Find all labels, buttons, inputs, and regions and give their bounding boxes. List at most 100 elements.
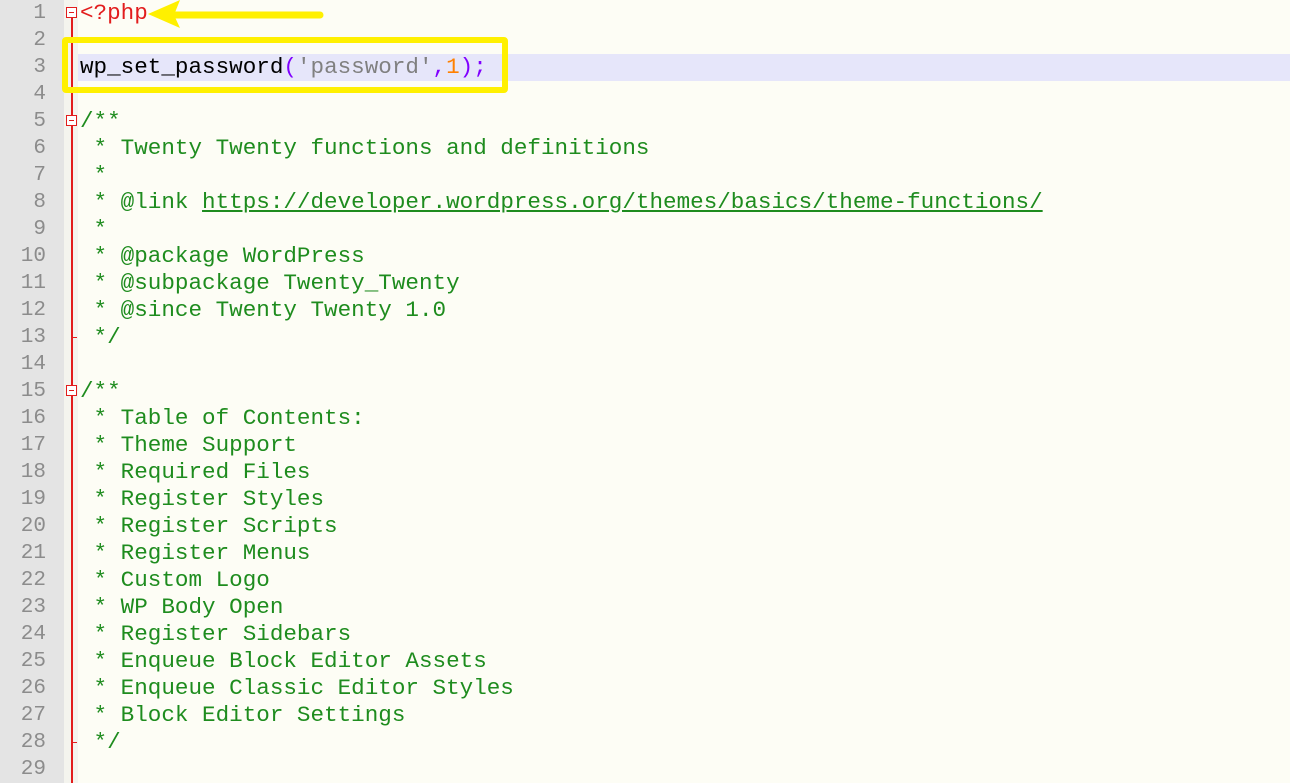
line-number: 28 [20, 731, 46, 754]
code-text: * Enqueue Block Editor Assets [80, 648, 487, 675]
code-token: * Register Menus [80, 540, 311, 566]
code-line[interactable]: 23 * WP Body Open [0, 594, 1290, 621]
code-line[interactable]: 21 * Register Menus [0, 540, 1290, 567]
line-number: 11 [20, 272, 46, 295]
code-line[interactable]: 18 * Required Files [0, 459, 1290, 486]
line-number: 16 [20, 407, 46, 430]
line-number: 8 [33, 191, 46, 214]
code-line[interactable]: 24 * Register Sidebars [0, 621, 1290, 648]
code-text: * Register Sidebars [80, 621, 352, 648]
line-number: 15 [20, 380, 46, 403]
code-line[interactable]: 22 * Custom Logo [0, 567, 1290, 594]
code-text: * @package WordPress [80, 243, 365, 270]
code-token: /** [80, 108, 121, 134]
line-number: 18 [20, 461, 46, 484]
code-token: * Register Scripts [80, 513, 338, 539]
line-number: 19 [20, 488, 46, 511]
code-line[interactable]: 16 * Table of Contents: [0, 405, 1290, 432]
code-line[interactable]: 10 * @package WordPress [0, 243, 1290, 270]
line-number: 17 [20, 434, 46, 457]
line-number: 4 [33, 83, 46, 106]
annotation-arrow-icon [148, 0, 324, 28]
code-line[interactable]: 12 * @since Twenty Twenty 1.0 [0, 297, 1290, 324]
fold-collapse-icon[interactable] [66, 385, 77, 396]
code-token: * @since Twenty Twenty 1.0 [80, 297, 447, 323]
line-number: 6 [33, 137, 46, 160]
code-text: * Twenty Twenty functions and definition… [80, 135, 650, 162]
code-line[interactable]: 7 * [0, 162, 1290, 189]
code-line[interactable]: 8 * @link https://developer.wordpress.or… [0, 189, 1290, 216]
code-line[interactable]: 29 [0, 756, 1290, 783]
code-line[interactable]: 26 * Enqueue Classic Editor Styles [0, 675, 1290, 702]
code-text: /** [80, 108, 121, 135]
code-line[interactable]: 28 */ [0, 729, 1290, 756]
line-number: 14 [20, 353, 46, 376]
code-token: * Required Files [80, 459, 311, 485]
line-number: 21 [20, 542, 46, 565]
code-text: * Enqueue Classic Editor Styles [80, 675, 514, 702]
code-token: * Twenty Twenty functions and definition… [80, 135, 650, 161]
code-text: * @link https://developer.wordpress.org/… [80, 189, 1043, 216]
code-text: * Table of Contents: [80, 405, 365, 432]
line-number: 10 [20, 245, 46, 268]
fold-end-marker-icon [72, 337, 77, 338]
code-line[interactable]: 11 * @subpackage Twenty_Twenty [0, 270, 1290, 297]
code-token: * Custom Logo [80, 567, 270, 593]
code-line[interactable]: 15 /** [0, 378, 1290, 405]
code-line[interactable]: 14 [0, 351, 1290, 378]
code-text: * WP Body Open [80, 594, 284, 621]
line-number: 9 [33, 218, 46, 241]
fold-collapse-icon[interactable] [66, 115, 77, 126]
line-number: 3 [33, 56, 46, 79]
code-line[interactable]: 25 * Enqueue Block Editor Assets [0, 648, 1290, 675]
code-token: * Block Editor Settings [80, 702, 406, 728]
line-number: 13 [20, 326, 46, 349]
line-number: 1 [33, 2, 46, 25]
code-token: * Register Styles [80, 486, 325, 512]
line-number: 2 [33, 29, 46, 52]
code-line[interactable]: 17 * Theme Support [0, 432, 1290, 459]
code-token: * Table of Contents: [80, 405, 365, 431]
code-token: * Enqueue Classic Editor Styles [80, 675, 514, 701]
code-text: * Custom Logo [80, 567, 270, 594]
line-number: 27 [20, 704, 46, 727]
code-token: * Enqueue Block Editor Assets [80, 648, 487, 674]
code-text: * @since Twenty Twenty 1.0 [80, 297, 447, 324]
code-token: */ [80, 729, 121, 755]
code-token: */ [80, 324, 121, 350]
annotation-highlight-box [62, 37, 508, 93]
code-text: * Register Styles [80, 486, 325, 513]
code-text: */ [80, 324, 121, 351]
code-text: * Block Editor Settings [80, 702, 406, 729]
code-text: * Required Files [80, 459, 311, 486]
code-token: * [80, 162, 108, 188]
code-token: * WP Body Open [80, 594, 284, 620]
code-editor[interactable]: 1 <?php 2 3 wp_set_password('password',1); 4 5… [0, 0, 1290, 783]
line-number: 22 [20, 569, 46, 592]
line-number: 26 [20, 677, 46, 700]
code-line[interactable]: 19 * Register Styles [0, 486, 1290, 513]
line-number: 25 [20, 650, 46, 673]
code-line[interactable]: 27 * Block Editor Settings [0, 702, 1290, 729]
code-line[interactable]: 20 * Register Scripts [0, 513, 1290, 540]
code-line[interactable]: 6 * Twenty Twenty functions and definiti… [0, 135, 1290, 162]
code-text: * Register Menus [80, 540, 311, 567]
fold-collapse-icon[interactable] [66, 7, 77, 18]
code-link[interactable]: https://developer.wordpress.org/themes/b… [202, 189, 1043, 215]
code-text: */ [80, 729, 121, 756]
code-token: * Theme Support [80, 432, 297, 458]
line-number: 24 [20, 623, 46, 646]
code-text: * Theme Support [80, 432, 297, 459]
code-token: * [80, 216, 108, 242]
line-number: 12 [20, 299, 46, 322]
line-number: 7 [33, 164, 46, 187]
code-line[interactable]: 5 /** [0, 108, 1290, 135]
line-number: 29 [20, 758, 46, 781]
code-line[interactable]: 9 * [0, 216, 1290, 243]
code-text: <?php [80, 0, 148, 27]
line-number: 23 [20, 596, 46, 619]
fold-end-marker-icon [72, 742, 77, 743]
code-token: /** [80, 378, 121, 404]
code-token: * Register Sidebars [80, 621, 352, 647]
code-line[interactable]: 13 */ [0, 324, 1290, 351]
